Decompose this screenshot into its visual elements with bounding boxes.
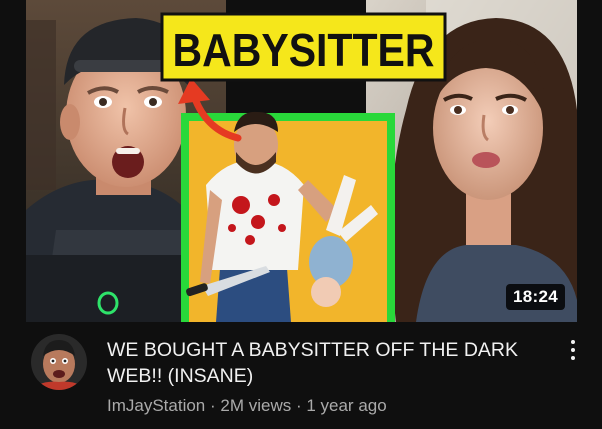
thumbnail-image: BABYSITTER — [26, 0, 577, 322]
video-thumbnail[interactable]: BABYSITTER 18:24 — [26, 0, 577, 322]
meta-separator: · — [205, 396, 221, 415]
meta-separator: · — [291, 396, 307, 415]
channel-name[interactable]: ImJayStation — [107, 396, 205, 415]
channel-avatar[interactable] — [31, 334, 87, 390]
view-count: 2M views — [220, 396, 292, 415]
duration-badge: 18:24 — [506, 284, 565, 310]
thumbnail-caption: BABYSITTER — [173, 24, 435, 76]
video-metadata: ImJayStation · 2M views · 1 year ago — [107, 395, 527, 417]
menu-dot — [571, 340, 575, 344]
video-title[interactable]: WE BOUGHT A BABYSITTER OFF THE DARK WEB!… — [107, 337, 527, 389]
menu-dot — [571, 348, 575, 352]
avatar-image — [31, 334, 87, 390]
more-vert-icon[interactable] — [561, 336, 585, 364]
menu-dot — [571, 356, 575, 360]
upload-age: 1 year ago — [306, 396, 387, 415]
